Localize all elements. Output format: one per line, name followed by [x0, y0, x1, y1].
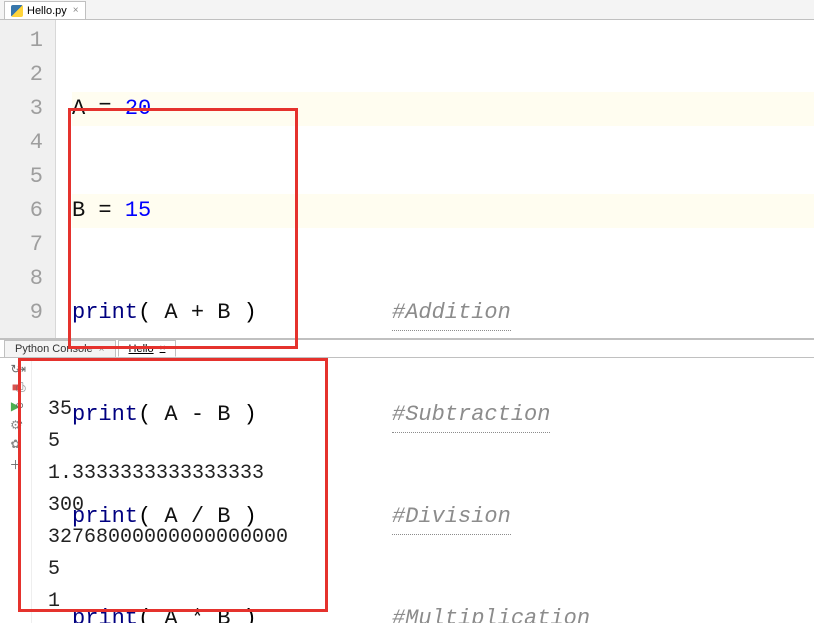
line-number: 5: [0, 160, 43, 194]
line-number-gutter: 1 2 3 4 5 6 7 8 9: [0, 20, 56, 338]
close-icon[interactable]: ×: [73, 5, 79, 16]
editor-tab-filename: Hello.py: [27, 5, 67, 17]
output-line: 5: [48, 430, 60, 453]
code-line[interactable]: B = 15: [72, 194, 814, 228]
line-number: 1: [0, 24, 43, 58]
line-number: 2: [0, 58, 43, 92]
code-editor[interactable]: 1 2 3 4 5 6 7 8 9 A = 20 B = 15 print( A…: [0, 20, 814, 338]
editor-tab-strip: Hello.py ×: [0, 0, 814, 20]
output-line: 1.3333333333333333: [48, 462, 264, 485]
plus-icon[interactable]: ＋: [9, 456, 21, 473]
code-line[interactable]: A = 20: [72, 92, 814, 126]
console-toolbar: ↻ ■ ▶ ⚙ ✿ ＋ ⇥ ⎙ ∞ ◔: [0, 358, 32, 623]
line-number: 7: [0, 228, 43, 262]
history-icon[interactable]: ◔: [16, 417, 26, 431]
console-gutter: [32, 358, 46, 623]
run-console: ↻ ■ ▶ ⚙ ✿ ＋ ⇥ ⎙ ∞ ◔ 35 5 1.3333333333333…: [0, 358, 814, 623]
code-area[interactable]: A = 20 B = 15 print( A + B )#Addition pr…: [56, 20, 814, 338]
comment: #Addition: [392, 296, 511, 331]
editor-tab-hello[interactable]: Hello.py ×: [4, 1, 86, 19]
line-number: 9: [0, 296, 43, 330]
output-line: 32768000000000000000: [48, 526, 288, 549]
python-file-icon: [11, 5, 23, 17]
line-number: 6: [0, 194, 43, 228]
line-number: 8: [0, 262, 43, 296]
output-line: 35: [48, 398, 72, 421]
line-number: 3: [0, 92, 43, 126]
print-icon[interactable]: ⎙: [16, 381, 26, 395]
settings-icon[interactable]: ✿: [10, 437, 20, 452]
output-line: 1: [48, 590, 60, 613]
output-line: 300: [48, 494, 84, 517]
output-line: 5: [48, 558, 60, 581]
console-output[interactable]: 35 5 1.3333333333333333 300 327680000000…: [46, 358, 814, 623]
line-number: 4: [0, 126, 43, 160]
link-icon[interactable]: ∞: [16, 399, 26, 413]
step-icon[interactable]: ⇥: [16, 362, 26, 377]
code-line[interactable]: print( A + B )#Addition: [72, 296, 814, 330]
